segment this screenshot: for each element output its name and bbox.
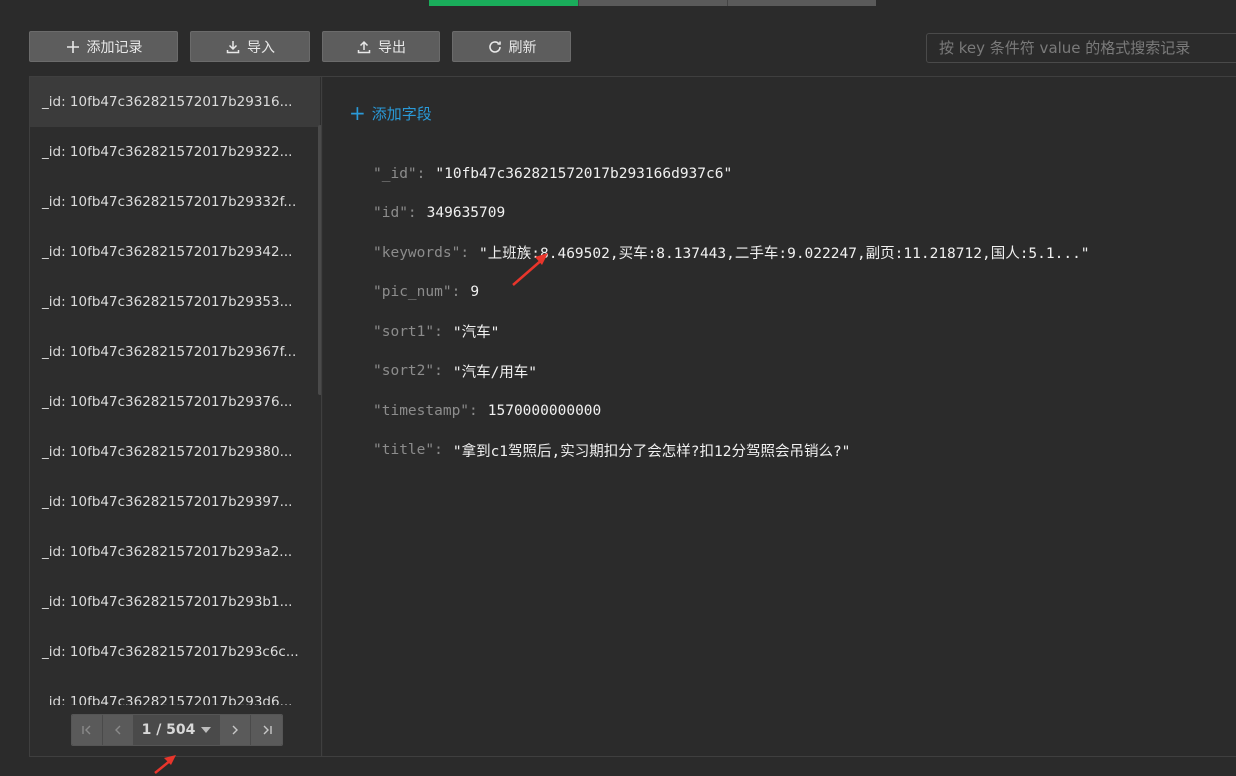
download-icon	[225, 39, 241, 55]
refresh-label: 刷新	[508, 39, 537, 56]
field-colon: :	[434, 442, 443, 459]
record-list-items: _id: 10fb47c362821572017b29316... _id: 1…	[30, 77, 320, 705]
plus-icon	[65, 39, 81, 55]
add-field-button[interactable]: + 添加字段	[349, 102, 432, 124]
last-page-button[interactable]	[251, 715, 282, 745]
add-field-label: 添加字段	[371, 104, 432, 123]
pagination: 1 / 504	[71, 714, 283, 746]
field-key: "title"	[373, 442, 435, 459]
field-key: "pic_num"	[373, 284, 452, 301]
top-tab-strip	[429, 0, 876, 6]
field-row[interactable]: "id": 349635709	[373, 194, 1090, 234]
list-item[interactable]: _id: 10fb47c362821572017b293c6c...	[30, 627, 320, 677]
annotation-arrow-pager	[154, 755, 176, 774]
field-value[interactable]: "汽车/用车"	[453, 361, 537, 382]
list-item[interactable]: _id: 10fb47c362821572017b29376...	[30, 377, 320, 427]
chevron-right-icon	[232, 725, 238, 735]
list-item[interactable]: _id: 10fb47c362821572017b29397...	[30, 477, 320, 527]
first-page-icon	[82, 725, 91, 735]
first-page-button[interactable]	[72, 715, 103, 745]
list-item[interactable]: _id: 10fb47c362821572017b29316...	[30, 77, 320, 127]
field-colon: :	[469, 402, 478, 419]
field-key: "timestamp"	[373, 402, 470, 419]
field-row[interactable]: "timestamp": 1570000000000	[373, 391, 1090, 431]
add-record-button[interactable]: 添加记录	[29, 31, 178, 62]
chevron-down-icon	[201, 727, 212, 733]
list-item[interactable]: _id: 10fb47c362821572017b293b1...	[30, 577, 320, 627]
list-item[interactable]: _id: 10fb47c362821572017b293a2...	[30, 527, 320, 577]
field-colon: :	[451, 284, 461, 301]
list-item[interactable]: _id: 10fb47c362821572017b29322...	[30, 127, 320, 177]
record-list: _id: 10fb47c362821572017b29316... _id: 1…	[30, 77, 322, 756]
field-colon: :	[407, 205, 417, 222]
annotation-arrow-keywords	[512, 253, 548, 286]
field-value[interactable]: 1570000000000	[488, 403, 602, 419]
records-panel: _id: 10fb47c362821572017b29316... _id: 1…	[29, 76, 1236, 757]
field-value[interactable]: "拿到c1驾照后,实习期扣分了会怎样?扣12分驾照会吊销么?"	[453, 440, 851, 461]
export-button[interactable]: 导出	[322, 31, 440, 62]
refresh-icon	[487, 39, 503, 55]
field-key: "_id"	[373, 165, 417, 182]
last-page-icon	[263, 725, 272, 735]
field-key: "id"	[373, 205, 408, 222]
tab-3[interactable]	[727, 0, 876, 6]
field-colon: :	[416, 165, 426, 182]
tab-2[interactable]	[578, 0, 727, 6]
toolbar: 添加记录 导入 导出 刷新	[29, 31, 571, 63]
field-value[interactable]: "汽车"	[453, 321, 499, 342]
field-row[interactable]: "title": "拿到c1驾照后,实习期扣分了会怎样?扣12分驾照会吊销么?"	[373, 431, 1090, 471]
list-item[interactable]: _id: 10fb47c362821572017b29353...	[30, 277, 320, 327]
field-row[interactable]: "_id": "10fb47c362821572017b293166d937c6…	[373, 154, 1090, 194]
add-record-label: 添加记录	[86, 39, 143, 56]
import-label: 导入	[247, 39, 275, 56]
prev-page-button[interactable]	[103, 715, 134, 745]
field-key: "sort1"	[373, 323, 435, 340]
next-page-button[interactable]	[220, 715, 251, 745]
list-item[interactable]: _id: 10fb47c362821572017b29342...	[30, 227, 320, 277]
field-value[interactable]: "上班族:8.469502,买车:8.137443,二手车:9.022247,副…	[479, 242, 1090, 263]
field-colon: :	[460, 244, 470, 261]
field-list: "_id": "10fb47c362821572017b293166d937c6…	[373, 154, 1090, 470]
field-colon: :	[434, 323, 443, 340]
tab-active[interactable]	[429, 0, 578, 6]
field-key: "sort2"	[373, 363, 435, 380]
field-row[interactable]: "sort1": "汽车"	[373, 312, 1090, 352]
search-input[interactable]	[926, 33, 1236, 63]
list-item[interactable]: _id: 10fb47c362821572017b29332f...	[30, 177, 320, 227]
list-scrollbar[interactable]	[318, 125, 321, 395]
page-indicator: 1 / 504	[141, 722, 196, 738]
field-row[interactable]: "sort2": "汽车/用车"	[373, 352, 1090, 392]
field-value[interactable]: 349635709	[427, 205, 506, 221]
field-value[interactable]: "10fb47c362821572017b293166d937c6"	[435, 166, 732, 182]
upload-icon	[356, 39, 372, 55]
field-row[interactable]: "keywords": "上班族:8.469502,买车:8.137443,二手…	[373, 233, 1090, 273]
export-label: 导出	[378, 39, 406, 56]
record-detail: + 添加字段 "_id": "10fb47c362821572017b29316…	[323, 77, 1236, 756]
list-item[interactable]: _id: 10fb47c362821572017b29380...	[30, 427, 320, 477]
field-colon: :	[434, 363, 443, 380]
import-button[interactable]: 导入	[190, 31, 310, 62]
field-key: "keywords"	[373, 244, 461, 261]
field-value[interactable]: 9	[470, 284, 479, 300]
chevron-left-icon	[115, 725, 121, 735]
field-row[interactable]: "pic_num": 9	[373, 273, 1090, 313]
page-select[interactable]: 1 / 504	[134, 715, 220, 745]
list-item[interactable]: _id: 10fb47c362821572017b293d6...	[30, 677, 320, 705]
list-item[interactable]: _id: 10fb47c362821572017b29367f...	[30, 327, 320, 377]
plus-icon: +	[349, 101, 366, 125]
refresh-button[interactable]: 刷新	[452, 31, 571, 62]
